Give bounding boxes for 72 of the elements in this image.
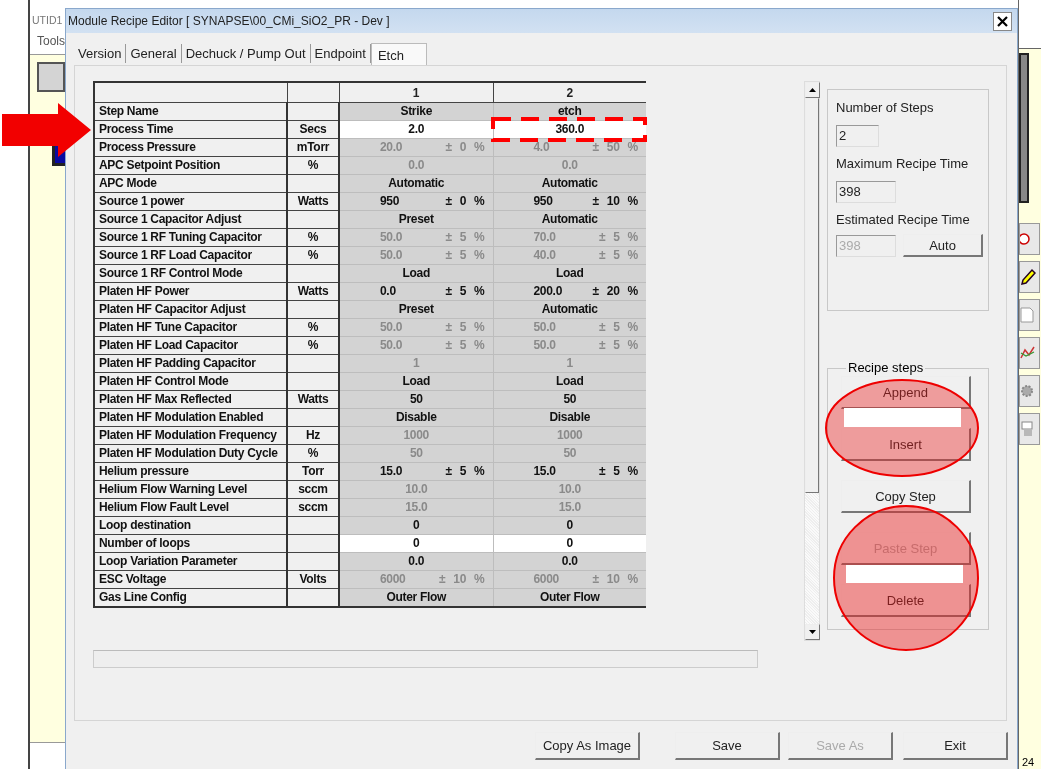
window-title: Module Recipe Editor [ SYNAPSE\00_CMi_SiO2_PR - Dev ] [68, 14, 390, 28]
tolerance-value: ± 0 % [445, 193, 485, 210]
setpoint-value: 40.0 [533, 247, 556, 264]
field-label: Number of Steps [836, 100, 934, 116]
dialog-button[interactable]: Exit [903, 732, 1008, 760]
setpoint-value: 50.0 [533, 319, 556, 336]
close-button[interactable] [993, 11, 1012, 31]
auto-button[interactable]: Auto [903, 234, 983, 257]
tolerance-value: ± 5 % [445, 463, 485, 480]
tolerance-value: ± 5 % [445, 229, 485, 246]
step-button[interactable]: Insert [841, 428, 971, 461]
menu-item[interactable]: Tools [37, 34, 65, 48]
status-text: 24 [1021, 756, 1035, 769]
tolerance-value: ± 5 % [445, 337, 485, 354]
tolerance-value: ± 20 % [592, 283, 638, 300]
tolerance-value: ± 50 % [592, 139, 638, 156]
setpoint-value: 50.0 [380, 229, 403, 246]
dialog-button[interactable]: Copy As Image [535, 732, 640, 760]
tolerance-value: ± 5 % [598, 463, 638, 480]
tolerance-value: ± 5 % [598, 337, 638, 354]
gear-icon [1020, 382, 1036, 400]
tolerance-value: ± 5 % [598, 247, 638, 264]
column-header: 2 [493, 82, 646, 103]
setpoint-value: 50.0 [380, 247, 403, 264]
tab[interactable]: General [126, 44, 182, 63]
dialog-button[interactable]: Save [675, 732, 780, 760]
step-button[interactable]: Copy Step [841, 480, 971, 513]
setpoint-value: 950 [380, 193, 400, 210]
time-field[interactable]: 398 [836, 181, 896, 203]
toolbar-button[interactable] [1019, 261, 1040, 293]
tab[interactable]: Endpoint [310, 44, 371, 63]
tab[interactable]: Dechuck / Pump Out [181, 44, 311, 63]
setpoint-value: 15.0 [380, 463, 403, 480]
setpoint-value: 200.0 [533, 283, 563, 300]
setpoint-value: 20.0 [380, 139, 403, 156]
list-icon [1020, 420, 1036, 438]
scrollbar[interactable] [804, 81, 820, 641]
tolerance-value: ± 10 % [439, 571, 485, 588]
setpoint-value: 50.0 [380, 337, 403, 354]
tolerance-value: ± 10 % [592, 193, 638, 210]
setpoint-value: 50.0 [533, 337, 556, 354]
pencil-icon [1020, 268, 1036, 286]
scroll-down-button[interactable] [805, 624, 820, 640]
setpoint-value: 6000 [533, 571, 559, 588]
tolerance-value: ± 5 % [598, 229, 638, 246]
tolerance-value: ± 5 % [445, 247, 485, 264]
setpoint-value: 4.0 [533, 139, 550, 156]
tolerance-value: ± 0 % [445, 139, 485, 156]
document-icon [1020, 306, 1036, 324]
column-header: 1 [339, 82, 493, 103]
setpoint-value: 6000 [380, 571, 406, 588]
steps-field[interactable]: 2 [836, 125, 879, 147]
tolerance-value: ± 5 % [598, 319, 638, 336]
tab[interactable]: Version [74, 44, 127, 63]
setpoint-value: 50.0 [380, 319, 403, 336]
window-title: UTID1 [31, 13, 63, 28]
field-label: Estimated Recipe Time [836, 212, 970, 228]
down-arrow-icon [809, 630, 816, 634]
setpoint-value: 950 [533, 193, 553, 210]
setpoint-value: 15.0 [533, 463, 556, 480]
scroll-up-button[interactable] [805, 82, 820, 98]
close-icon [997, 15, 1008, 27]
tolerance-value: ± 10 % [592, 571, 638, 588]
setpoint-value: 70.0 [533, 229, 556, 246]
scroll-thumb[interactable] [805, 98, 819, 493]
setpoint-value: 0.0 [380, 283, 396, 300]
group-label: Recipe steps [846, 360, 926, 376]
up-arrow-icon [809, 88, 816, 92]
tolerance-value: ± 5 % [445, 283, 485, 300]
field-label: Maximum Recipe Time [836, 156, 969, 172]
step-button[interactable]: Delete [841, 584, 971, 617]
tolerance-value: ± 5 % [445, 319, 485, 336]
